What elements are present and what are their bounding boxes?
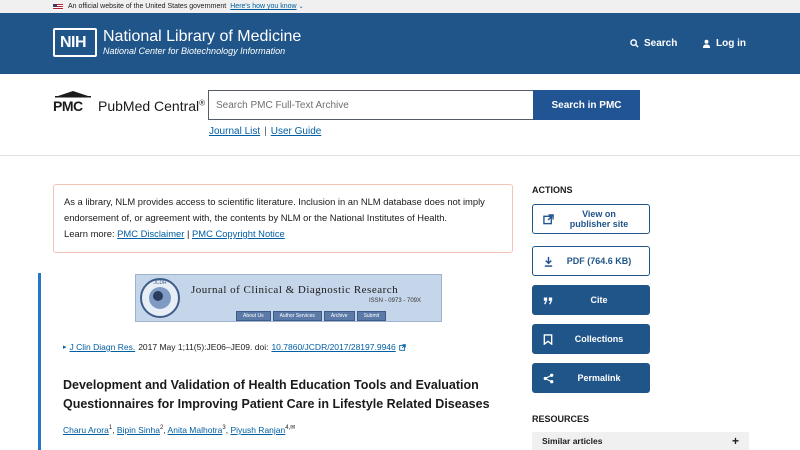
similar-articles-label: Similar articles bbox=[542, 436, 603, 446]
view-on-publisher-button[interactable]: View on publisher site bbox=[532, 204, 650, 234]
user-icon bbox=[702, 39, 711, 48]
cite-button[interactable]: Cite bbox=[532, 285, 650, 315]
actions-heading: ACTIONS bbox=[532, 185, 573, 195]
notice-text: As a library, NLM provides access to sci… bbox=[64, 196, 485, 223]
svg-text:JCDR: JCDR bbox=[153, 280, 167, 286]
external-link-icon bbox=[399, 343, 406, 351]
heres-how-link[interactable]: Here's how you know bbox=[230, 3, 296, 10]
pdf-label: PDF (764.6 KB) bbox=[566, 256, 632, 266]
caret-right-icon[interactable]: ▸ bbox=[63, 343, 67, 351]
pmc-logo[interactable]: PMC PubMed Central® bbox=[53, 90, 205, 116]
nlm-subtitle: National Center for Biotechnology Inform… bbox=[103, 46, 286, 56]
author-link[interactable]: Charu Arora bbox=[63, 425, 109, 435]
expand-plus-icon[interactable]: + bbox=[732, 434, 739, 448]
author-link[interactable]: Bipin Sinha bbox=[117, 425, 160, 435]
nih-logo-mark: NIH bbox=[53, 28, 97, 57]
header-search-label: Search bbox=[644, 38, 678, 49]
author-link[interactable]: Anita Malhotra bbox=[168, 425, 223, 435]
resources-heading: RESOURCES bbox=[532, 414, 590, 424]
permalink-label: Permalink bbox=[577, 373, 621, 383]
chevron-down-icon[interactable]: ⌄ bbox=[299, 3, 304, 10]
view-on-publisher-label: View on publisher site bbox=[569, 209, 629, 229]
user-guide-link[interactable]: User Guide bbox=[271, 126, 322, 137]
login-label: Log in bbox=[716, 38, 746, 49]
nlm-logo[interactable]: NIH National Library of Medicine Nationa… bbox=[53, 28, 301, 57]
author-link[interactable]: Piyush Ranjan bbox=[230, 425, 285, 435]
login-button[interactable]: Log in bbox=[702, 38, 746, 49]
nlm-header: NIH National Library of Medicine Nationa… bbox=[0, 13, 800, 74]
nlm-disclaimer-notice: As a library, NLM provides access to sci… bbox=[53, 184, 513, 253]
gov-banner-text: An official website of the United States… bbox=[68, 3, 227, 10]
citation-text: 2017 May 1;11(5):JE06–JE09. doi: bbox=[138, 342, 269, 352]
article-accent-bar bbox=[38, 273, 41, 450]
pmc-sub-links: Journal List | User Guide bbox=[209, 126, 321, 137]
journal-issn: ISSN - 0973 - 709X bbox=[368, 298, 421, 304]
divider bbox=[0, 155, 800, 156]
journal-banner[interactable]: JCDR Journal of Clinical & Diagnostic Re… bbox=[135, 274, 442, 322]
permalink-button[interactable]: Permalink bbox=[532, 363, 650, 393]
journal-banner-title: Journal of Clinical & Diagnostic Researc… bbox=[191, 284, 399, 296]
pmc-name: PubMed Central bbox=[98, 98, 200, 114]
pmc-logo-mark: PMC bbox=[53, 98, 83, 114]
author-list: Charu Arora1, Bipin Sinha2, Anita Malhot… bbox=[63, 424, 296, 435]
pmc-search-input[interactable] bbox=[208, 90, 534, 120]
download-icon bbox=[544, 256, 552, 267]
jcdr-seal-icon: JCDR bbox=[140, 278, 180, 318]
us-flag-icon bbox=[53, 3, 63, 10]
external-link-icon bbox=[542, 213, 554, 224]
notice-separator: | bbox=[186, 228, 190, 239]
journal-list-link[interactable]: Journal List bbox=[209, 126, 260, 137]
jb-nav-archive: Archive bbox=[323, 311, 355, 321]
nlm-title: National Library of Medicine bbox=[103, 28, 302, 45]
link-separator: | bbox=[264, 126, 267, 137]
pmc-disclaimer-link[interactable]: PMC Disclaimer bbox=[117, 228, 184, 239]
search-in-pmc-button[interactable]: Search in PMC bbox=[533, 90, 640, 120]
doi-link[interactable]: 10.7860/JCDR/2017/28197.9946 bbox=[271, 342, 395, 352]
article-title: Development and Validation of Health Edu… bbox=[63, 378, 490, 411]
collections-label: Collections bbox=[574, 334, 624, 344]
header-search-button[interactable]: Search bbox=[630, 38, 677, 49]
jb-nav-submit: Submit bbox=[356, 311, 387, 321]
gov-banner: An official website of the United States… bbox=[0, 0, 800, 13]
search-icon bbox=[630, 39, 639, 48]
collections-button[interactable]: Collections bbox=[532, 324, 650, 354]
pmc-roof-icon bbox=[55, 91, 91, 98]
bookmark-icon bbox=[543, 333, 553, 345]
cite-label: Cite bbox=[590, 295, 608, 305]
jb-nav-about: About Us bbox=[236, 311, 271, 321]
jb-nav-author-services: Author Services bbox=[272, 311, 322, 321]
similar-articles-accordion[interactable]: Similar articles + bbox=[532, 432, 749, 450]
pmc-copyright-link[interactable]: PMC Copyright Notice bbox=[192, 228, 285, 239]
share-icon bbox=[543, 373, 553, 383]
article-citation: ▸ J Clin Diagn Res. 2017 May 1;11(5):JE0… bbox=[63, 342, 406, 352]
quote-icon bbox=[543, 297, 553, 305]
citation-journal-link[interactable]: J Clin Diagn Res. bbox=[70, 342, 136, 352]
pdf-download-button[interactable]: PDF (764.6 KB) bbox=[532, 246, 650, 276]
pmc-registered-mark: ® bbox=[199, 98, 206, 108]
author-affiliation: 4,✉ bbox=[285, 425, 296, 431]
learn-more-label: Learn more: bbox=[64, 228, 115, 239]
